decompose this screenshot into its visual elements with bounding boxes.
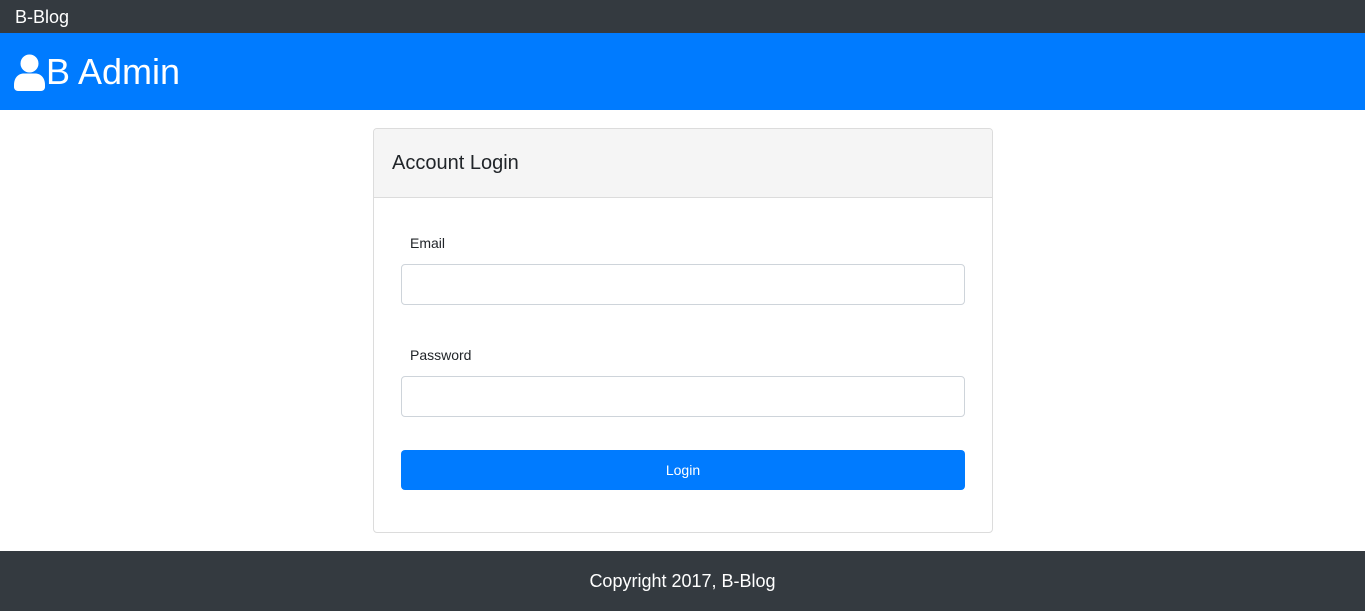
admin-header: B Admin [0,33,1365,110]
page-title: B Admin [46,50,181,92]
email-label: Email [410,235,446,251]
password-field[interactable] [401,376,965,417]
email-field[interactable] [401,264,965,305]
copyright-text: Copyright 2017, B-Blog [589,570,776,591]
login-card-header: Account Login [374,129,992,198]
login-card: Account Login Email Password Login [373,128,993,533]
top-navbar: B-Blog [0,0,1365,33]
main-content: Account Login Email Password Login [0,110,1365,551]
page-footer: Copyright 2017, B-Blog [0,551,1365,611]
password-label: Password [410,347,472,363]
login-button[interactable]: Login [401,450,965,490]
user-icon [14,54,45,91]
login-card-title: Account Login [392,151,519,174]
brand-link[interactable]: B-Blog [15,8,69,26]
